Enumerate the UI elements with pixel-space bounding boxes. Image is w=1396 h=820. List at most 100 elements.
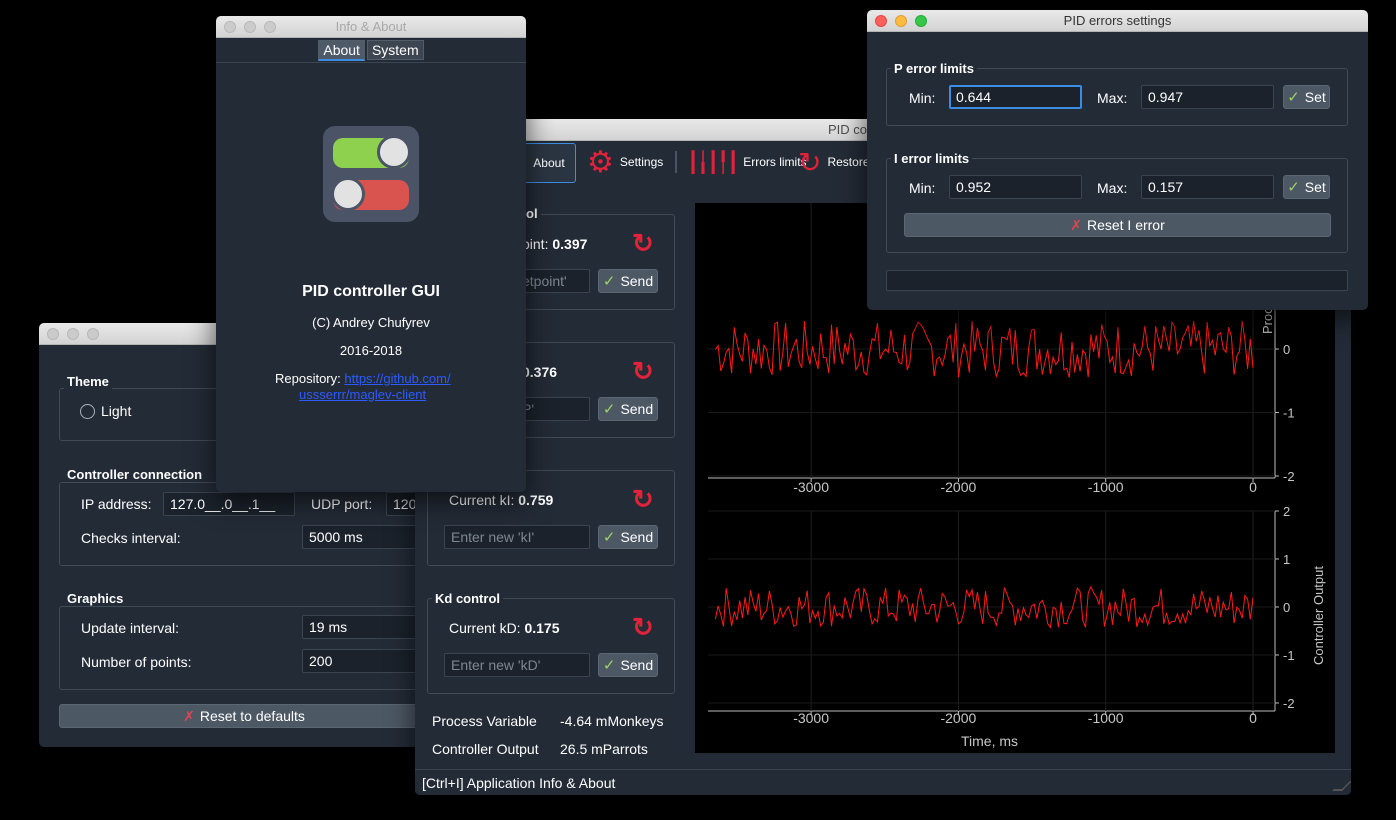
- y-tick-label: 1: [1283, 552, 1290, 567]
- pv-value: -4.64 mMonkeys: [560, 713, 664, 729]
- x-tick-label: -3000: [793, 710, 829, 726]
- ki-input[interactable]: Enter new 'kI': [444, 525, 590, 549]
- resize-grip-icon[interactable]: [1332, 781, 1351, 791]
- toggle-knob-on: [377, 135, 411, 169]
- close-button[interactable]: [47, 328, 59, 340]
- xlabel: Time, ms: [961, 733, 1019, 749]
- connection-title: Controller connection: [64, 467, 206, 482]
- x-tick-label: 0: [1249, 710, 1257, 726]
- p-min-label: Min:: [909, 90, 936, 106]
- tab-about[interactable]: About: [318, 40, 365, 61]
- p-set-button[interactable]: ✓ Set: [1283, 85, 1330, 109]
- about-titlebar: Info & About: [216, 16, 526, 38]
- graphics-title: Graphics: [64, 591, 127, 606]
- p-max-input[interactable]: 0.947: [1141, 85, 1274, 109]
- y-tick-label: -2: [1283, 696, 1295, 711]
- repo-link-cont[interactable]: ussserrr/maglev-client: [299, 387, 426, 402]
- refresh-icon[interactable]: ↻: [632, 486, 654, 512]
- close-button[interactable]: [875, 15, 887, 27]
- theme-title: Theme: [64, 374, 112, 389]
- kp-send-button[interactable]: ✓ Send: [598, 397, 658, 421]
- errors-log-field[interactable]: [886, 270, 1348, 291]
- check-icon: ✓: [602, 529, 616, 546]
- pv-label: Process Variable: [432, 713, 537, 729]
- minimize-button[interactable]: [244, 21, 256, 33]
- p-error-title: P error limits: [891, 61, 977, 76]
- tab-system[interactable]: System: [366, 40, 424, 60]
- i-min-input[interactable]: 0.952: [949, 175, 1082, 199]
- kd-input[interactable]: Enter new 'kD': [444, 653, 590, 677]
- about-window: Info & About About System PID controller …: [216, 16, 526, 492]
- ki-send-button[interactable]: ✓ Send: [598, 525, 658, 549]
- i-min-label: Min:: [909, 180, 936, 196]
- x-icon: ✗: [183, 707, 195, 724]
- close-button[interactable]: [224, 21, 236, 33]
- errors-titlebar: PID errors settings: [867, 10, 1368, 32]
- points-label: Number of points:: [81, 654, 192, 670]
- setpoint-send-button[interactable]: ✓ Send: [598, 269, 658, 293]
- app-logo: [323, 126, 419, 222]
- kp-current: 0.376: [522, 364, 558, 380]
- x-tick-label: 0: [1249, 479, 1257, 495]
- ip-label: IP address:: [81, 496, 152, 512]
- y-tick-label: 2: [1283, 504, 1290, 519]
- years: 2016-2018: [339, 343, 403, 358]
- check-icon: ✓: [1287, 89, 1300, 106]
- i-max-input[interactable]: 0.157: [1141, 175, 1274, 199]
- p-min-input[interactable]: 0.644: [949, 85, 1082, 109]
- errors-tool-button[interactable]: ┃╽┃╿┃ Errors limits: [687, 141, 807, 183]
- toggle-knob-off: [331, 177, 365, 211]
- setpoint-current: oint: 0.397: [522, 236, 588, 252]
- waveform-icon: ┃╽┃╿┃: [687, 151, 739, 174]
- kd-current: Current kD: 0.175: [449, 620, 560, 636]
- repository: Repository: https://github.com/ ussserrr…: [275, 371, 451, 402]
- i-max-label: Max:: [1097, 180, 1128, 196]
- reset-defaults-button[interactable]: ✗ Reset to defaults: [59, 704, 429, 728]
- x-tick-label: -2000: [940, 479, 976, 495]
- x-tick-label: -1000: [1088, 479, 1124, 495]
- status-text: [Ctrl+I] Application Info & About: [422, 775, 616, 791]
- zoom-button[interactable]: [264, 21, 276, 33]
- x-tick-label: -3000: [793, 479, 829, 495]
- ip-input[interactable]: 127.0__.0__.1__: [163, 492, 295, 516]
- minimize-button[interactable]: [895, 15, 907, 27]
- co-label: Controller Output: [432, 741, 539, 757]
- settings-tool-button[interactable]: ⚙ Settings: [587, 141, 663, 183]
- update-label: Update interval:: [81, 620, 180, 636]
- light-theme-radio[interactable]: Light: [80, 403, 131, 419]
- restore-tool-button[interactable]: ↻ Restore: [798, 141, 870, 183]
- zoom-button[interactable]: [87, 328, 99, 340]
- kp-input[interactable]: P': [515, 397, 590, 421]
- x-tick-label: -1000: [1088, 710, 1124, 726]
- co-value: 26.5 mParrots: [560, 741, 648, 757]
- radio-icon: [80, 403, 95, 419]
- minimize-button[interactable]: [67, 328, 79, 340]
- gear-icon: ⚙: [587, 145, 614, 179]
- refresh-icon[interactable]: ↻: [632, 358, 654, 384]
- about-divider: [216, 62, 526, 63]
- repo-link[interactable]: https://github.com/: [344, 371, 450, 386]
- check-icon: ✓: [602, 657, 616, 674]
- ylabel-bottom: Controller Output: [1311, 566, 1326, 665]
- y-tick-label: 0: [1283, 600, 1290, 615]
- setpoint-input[interactable]: etpoint': [515, 269, 590, 293]
- check-icon: ✓: [602, 401, 616, 418]
- zoom-button[interactable]: [915, 15, 927, 27]
- refresh-icon[interactable]: ↻: [632, 614, 654, 640]
- i-set-button[interactable]: ✓ Set: [1283, 175, 1330, 199]
- about-tabs: About System: [216, 40, 526, 61]
- check-icon: ✓: [602, 273, 616, 290]
- kd-title: Kd control: [432, 591, 503, 606]
- p-max-label: Max:: [1097, 90, 1128, 106]
- copyright: (C) Andrey Chufyrev: [312, 315, 430, 330]
- status-bar: [Ctrl+I] Application Info & About: [415, 769, 1351, 795]
- i-error-title: I error limits: [891, 151, 973, 166]
- check-icon: ✓: [1287, 179, 1300, 196]
- y-tick-label: 0: [1283, 342, 1290, 357]
- kd-send-button[interactable]: ✓ Send: [598, 653, 658, 677]
- refresh-icon[interactable]: ↻: [632, 230, 654, 256]
- restore-icon: ↻: [798, 146, 822, 178]
- app-name: PID controller GUI: [302, 283, 440, 300]
- reset-i-error-button[interactable]: ✗ Reset I error: [904, 213, 1331, 237]
- y-tick-label: -1: [1283, 406, 1295, 421]
